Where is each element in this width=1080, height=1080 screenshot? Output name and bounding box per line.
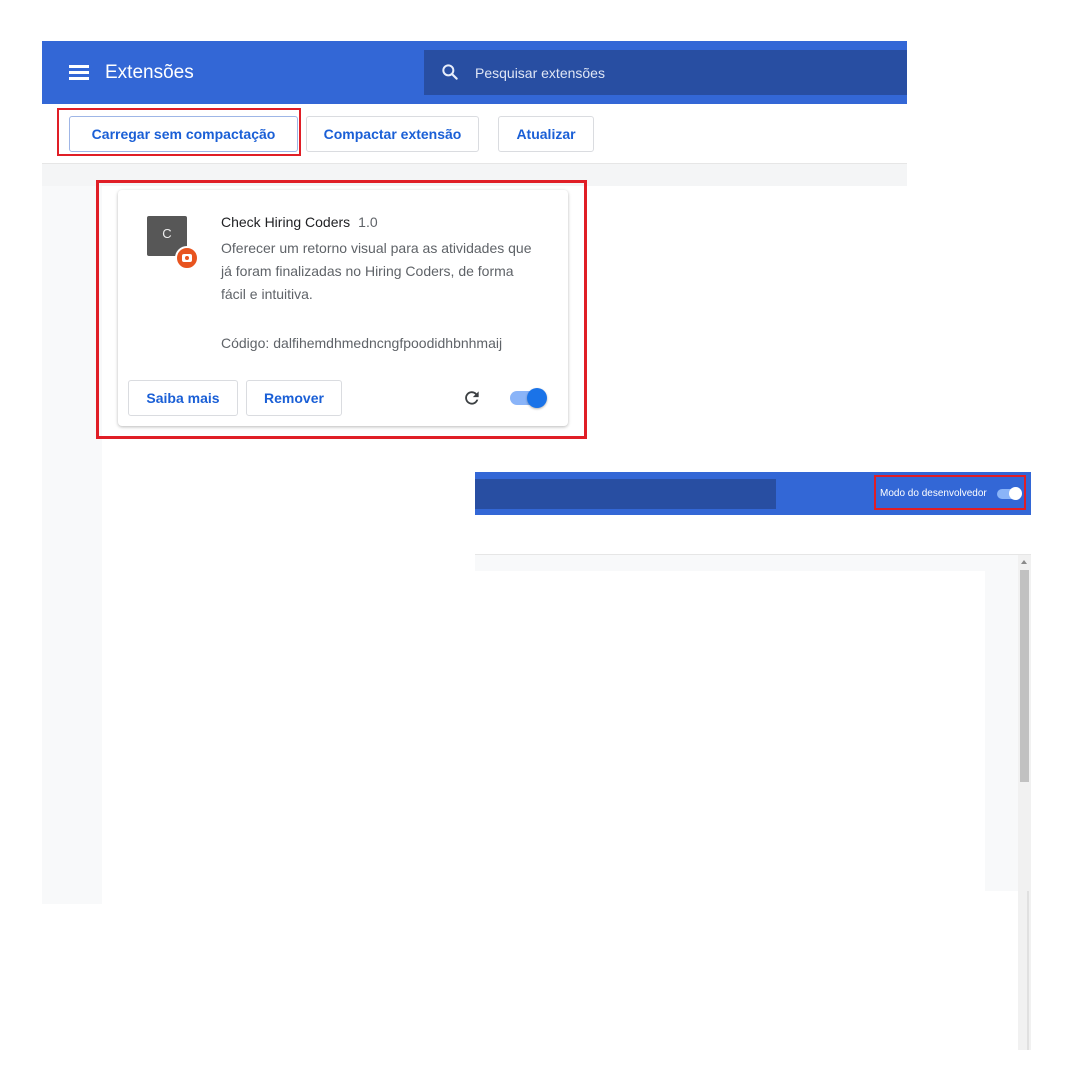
update-button[interactable]: Atualizar [498,116,594,152]
vertical-scrollbar[interactable] [1018,555,1031,1050]
search-placeholder: Pesquisar extensões [475,65,605,81]
scroll-thumb[interactable] [1020,570,1029,782]
page-title: Extensões [105,62,194,83]
scroll-edge-line [1027,891,1029,1050]
search-input[interactable]: Pesquisar extensões [424,50,907,95]
header-bar: Extensões Pesquisar extensões [42,41,907,104]
menu-icon[interactable] [69,65,89,80]
lower-content-panel [475,571,985,891]
highlight-developer-mode [874,475,1026,510]
search-icon [442,64,458,80]
search-bar-fragment[interactable] [475,479,776,509]
highlight-load-unpacked [57,108,301,156]
scroll-up-arrow-icon[interactable] [1021,560,1027,564]
pack-extension-button[interactable]: Compactar extensão [306,116,479,152]
highlight-extension-card [96,180,587,439]
lower-content [475,554,1031,891]
